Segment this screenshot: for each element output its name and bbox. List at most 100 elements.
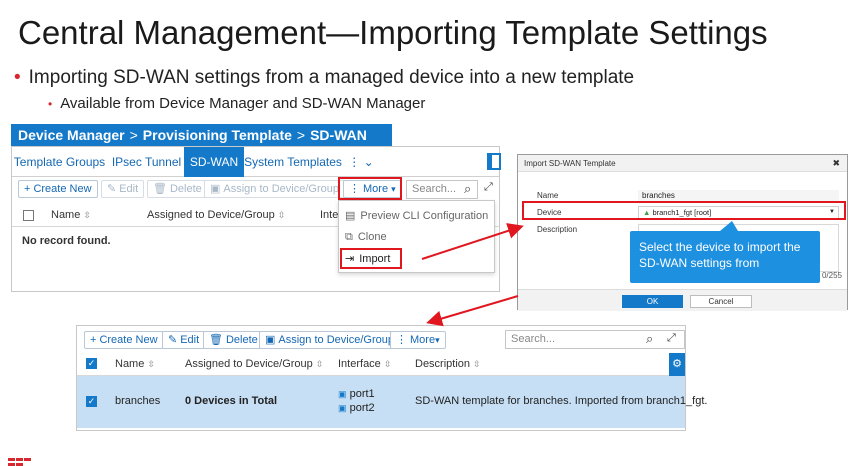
assign-label: Assign to Device/Group — [278, 334, 394, 346]
create-new-label: Create New — [33, 183, 92, 195]
bullet-secondary: • Available from Device Manager and SD-WA… — [48, 95, 425, 112]
bullet-dot-icon: • — [48, 97, 53, 111]
menu-item-preview-label: Preview CLI Configuration — [360, 210, 489, 222]
assign-button[interactable]: ▣ Assign to Device/Group — [259, 331, 400, 349]
delete-label: Delete — [225, 334, 258, 346]
sort-icon: ⇳ — [83, 210, 91, 220]
row-checkbox[interactable]: ✓ — [86, 396, 97, 407]
kebab-icon: ⋮ — [348, 155, 361, 169]
more-label: More — [410, 334, 436, 346]
edit-label: Edit — [180, 334, 200, 346]
table-header: ✓ Name ⇳ Assigned to Device/Group ⇳ Interf… — [77, 352, 685, 376]
breadcrumb: Device Manager > Provisioning Template > SD-… — [11, 124, 392, 146]
clone-icon: ⧉ — [345, 231, 353, 243]
import-highlight — [340, 248, 402, 269]
edit-button[interactable]: ✎ Edit — [162, 331, 206, 349]
dialog-title: Import SD-WAN Template — [518, 155, 847, 172]
breadcrumb-device-manager[interactable]: Device Manager — [18, 127, 125, 143]
bullet-secondary-text: Available from Device Manager and SD-WAN… — [60, 95, 426, 112]
interface-icon: ▣ — [338, 389, 347, 399]
select-all-checkbox[interactable] — [23, 210, 34, 221]
menu-item-clone-label: Clone — [357, 231, 387, 243]
breadcrumb-separator: > — [296, 127, 306, 143]
name-label: Name — [537, 191, 559, 200]
search-input[interactable]: Search... — [505, 330, 685, 349]
device-highlight — [522, 201, 846, 220]
description-label: Description — [537, 225, 578, 234]
assign-label: Assign to Device/Group — [223, 183, 339, 195]
dialog-footer: OK Cancel — [518, 289, 847, 311]
delete-button[interactable]: 🗑 Delete — [147, 180, 208, 198]
bullet-primary-text: Importing SD-WAN settings from a managed… — [28, 67, 635, 88]
assign-icon: ▣ — [265, 334, 276, 346]
edit-button[interactable]: ✎ Edit — [101, 180, 145, 198]
row-interface-1: ▣ port1 — [338, 388, 375, 400]
column-interface[interactable]: Interface ⇳ — [338, 352, 391, 376]
sort-icon: ⇳ — [473, 359, 481, 369]
row-assigned: 0 Devices in Total — [185, 395, 278, 407]
close-icon[interactable]: ✖ — [832, 155, 840, 172]
breadcrumb-provisioning-template[interactable]: Provisioning Template — [143, 127, 292, 143]
interface-icon: ▣ — [338, 403, 347, 413]
delete-button[interactable]: 🗑 Delete — [203, 331, 264, 349]
tab-system-templates[interactable]: System Templates — [244, 147, 342, 177]
tabs-overflow-button[interactable]: ⋮ ⌄ — [346, 153, 376, 171]
sort-icon: ⇳ — [147, 359, 155, 369]
expand-icon[interactable]: ⤢ — [484, 181, 493, 194]
search-icon[interactable]: ⌕ — [464, 181, 471, 197]
result-list-panel: + Create New ✎ Edit 🗑 Delete ▣ Assign to Dev… — [76, 325, 707, 431]
panel-toggle-icon[interactable] — [487, 153, 501, 170]
ok-button[interactable]: OK — [622, 295, 683, 308]
column-name[interactable]: Name ⇳ — [51, 203, 91, 227]
chevron-down-icon: ⌄ — [363, 155, 374, 169]
kebab-icon: ⋮ — [396, 334, 407, 346]
select-all-checkbox[interactable]: ✓ — [86, 358, 97, 369]
row-description: SD-WAN template for branches. Imported f… — [415, 395, 708, 407]
pencil-icon: ✎ — [107, 183, 117, 195]
create-new-button[interactable]: + Create New — [18, 180, 98, 198]
menu-item-preview[interactable]: ▤ Preview CLI Configuration — [345, 209, 488, 222]
edit-label: Edit — [119, 183, 139, 195]
tab-ipsec-tunnel[interactable]: IPsec Tunnel — [109, 147, 184, 177]
tab-template-groups[interactable]: Template Groups — [12, 147, 107, 177]
create-new-label: Create New — [99, 334, 158, 346]
breadcrumb-separator: > — [129, 127, 138, 143]
chevron-down-icon: ▾ — [435, 335, 440, 345]
column-interface[interactable]: Inte — [320, 203, 338, 227]
create-new-button[interactable]: + Create New — [84, 331, 164, 349]
callout-line-2: SD-WAN settings from — [639, 256, 760, 270]
more-button[interactable]: ⋮ More▾ — [390, 331, 446, 349]
table-row[interactable]: ✓ branches 0 Devices in Total ▣ port1 ▣ … — [77, 376, 707, 428]
row-interface-2-label: port2 — [349, 402, 375, 414]
column-description[interactable]: Description ⇳ — [415, 352, 481, 376]
pencil-icon: ✎ — [168, 334, 178, 346]
tab-sdwan[interactable]: SD-WAN — [184, 147, 244, 177]
row-name: branches — [115, 395, 161, 407]
assign-icon: ▣ — [210, 183, 221, 195]
slide-title: Central Management—Importing Template Se… — [18, 14, 768, 51]
callout-box: Select the device to import the SD-WAN s… — [630, 231, 820, 283]
bullet-dot-icon: • — [14, 67, 21, 88]
row-interface-2: ▣ port2 — [338, 402, 375, 414]
trash-icon: 🗑 — [209, 334, 223, 346]
column-name[interactable]: Name ⇳ — [115, 352, 155, 376]
template-tabs: Template Groups IPsec Tunnel SD-WAN Syst… — [12, 147, 501, 177]
column-assigned[interactable]: Assigned to Device/Group ⇳ — [185, 352, 323, 376]
trash-icon: 🗑 — [153, 183, 167, 195]
sort-icon: ⇳ — [277, 210, 286, 220]
search-icon[interactable]: ⌕ — [646, 331, 653, 347]
assign-button[interactable]: ▣ Assign to Device/Group — [204, 180, 345, 198]
sort-icon: ⇳ — [315, 359, 324, 369]
brand-logo-icon — [8, 458, 31, 466]
expand-icon[interactable]: ⤢ — [667, 332, 676, 345]
breadcrumb-sdwan[interactable]: SD-WAN — [310, 127, 367, 143]
gear-icon[interactable]: ⚙ — [669, 353, 685, 376]
cancel-button[interactable]: Cancel — [690, 295, 752, 308]
row-interface-1-label: port1 — [349, 388, 375, 400]
arrow-to-result — [426, 295, 519, 327]
callout-line-1: Select the device to import the — [639, 240, 801, 254]
menu-item-clone[interactable]: ⧉ Clone — [345, 231, 387, 244]
column-assigned[interactable]: Assigned to Device/Group ⇳ — [147, 203, 285, 227]
preview-icon: ▤ — [345, 210, 356, 222]
plus-icon: + — [90, 334, 97, 346]
